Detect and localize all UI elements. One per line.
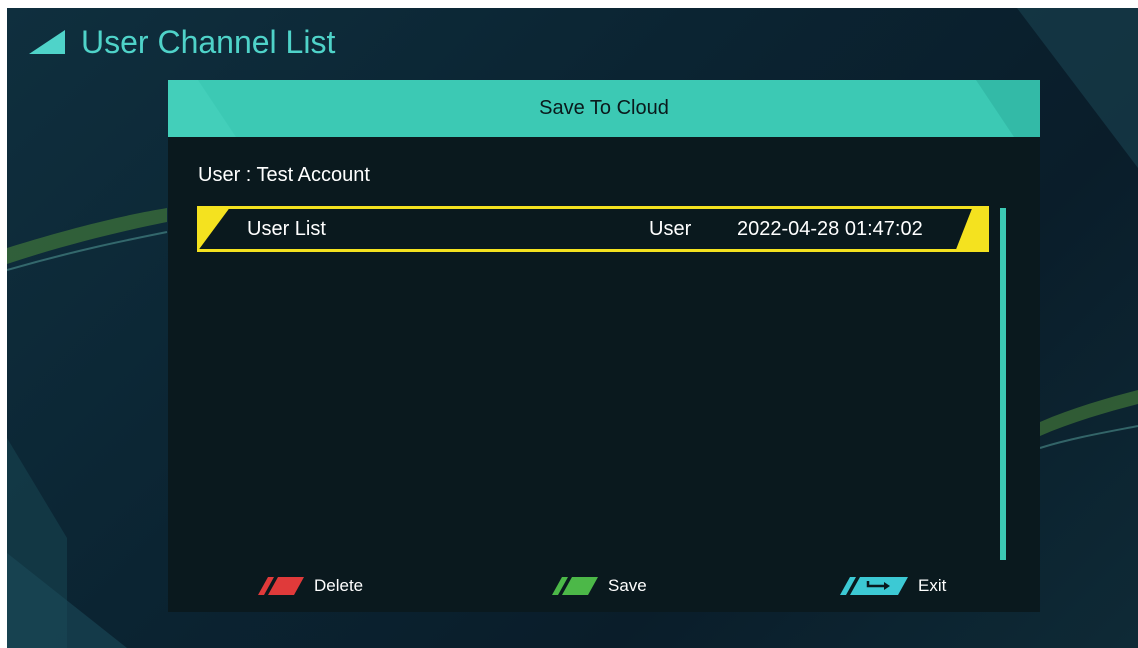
delete-label: Delete: [314, 576, 364, 595]
page-title-text: User Channel List: [81, 23, 336, 60]
dialog-header: Save To Cloud: [168, 80, 1040, 137]
list-item-user-list[interactable]: User List User 2022-04-28 01:47:02: [197, 206, 989, 252]
scrollbar[interactable]: [1000, 208, 1006, 560]
triangle-icon: [29, 30, 65, 54]
row-date: 2022-04-28 01:47:02: [737, 218, 923, 240]
save-to-cloud-dialog: Save To Cloud User : Test Account User L…: [168, 80, 1040, 612]
row-name: User List: [247, 218, 326, 240]
delete-button[interactable]: Delete: [258, 574, 363, 598]
screen: User Channel List Save To Cloud User : T…: [7, 8, 1138, 648]
exit-key-icon: [840, 577, 908, 595]
user-account-label: User : Test Account: [198, 164, 370, 186]
exit-button[interactable]: Exit: [840, 574, 946, 598]
row-type: User: [649, 218, 692, 240]
page-title: User Channel List: [27, 22, 335, 62]
save-button[interactable]: Save: [552, 574, 647, 598]
dialog-title: Save To Cloud: [539, 97, 669, 119]
save-label: Save: [608, 576, 647, 595]
exit-label: Exit: [918, 576, 947, 595]
red-key-icon: [258, 577, 304, 595]
green-key-icon: [552, 577, 598, 595]
